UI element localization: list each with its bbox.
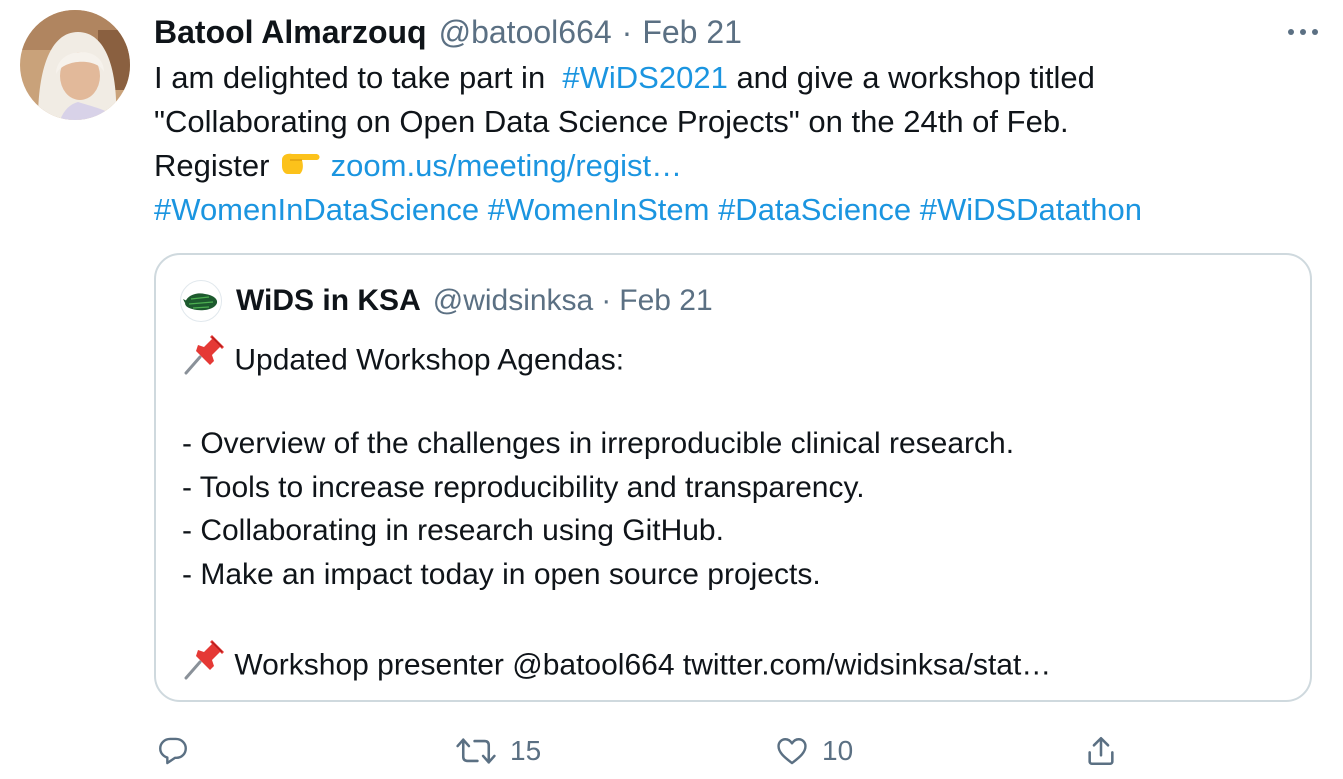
share-icon <box>1088 736 1114 766</box>
quoted-avatar <box>180 280 222 322</box>
tweet-date[interactable]: Feb 21 <box>642 14 742 51</box>
reply-button[interactable] <box>156 728 190 774</box>
share-button[interactable] <box>1084 728 1118 774</box>
presenter-text: Workshop presenter <box>234 647 513 681</box>
hashtag-link[interactable]: #WiDS2021 <box>562 60 727 95</box>
retweet-button[interactable]: 15 <box>454 728 541 774</box>
hashtag-link[interactable]: #WomenInStem <box>488 192 710 227</box>
heart-icon <box>777 738 807 765</box>
more-options-button[interactable] <box>1283 18 1323 46</box>
pushpin-icon <box>182 335 226 388</box>
tweet-text: I am delighted to take part in #WiDS2021… <box>154 56 1314 232</box>
author-display-name[interactable]: Batool Almarzouq <box>154 14 427 51</box>
agenda-item: - Make an impact today in open source pr… <box>182 557 821 591</box>
quoted-display-name: WiDS in KSA <box>236 284 421 317</box>
hashtag-link[interactable]: #WomenInDataScience <box>154 192 479 227</box>
presenter-mention: @batool664 <box>512 647 675 681</box>
agenda-item: - Collaborating in research using GitHub… <box>182 514 724 547</box>
hashtag-link[interactable]: #WiDSDatathon <box>920 192 1142 227</box>
avatar[interactable] <box>20 10 130 120</box>
tweet-text-line: "Collaborating on Open Data Science Proj… <box>154 104 1069 139</box>
header-separator: · <box>601 284 612 317</box>
tweet-text-segment: Register <box>154 148 279 183</box>
header-separator: · <box>621 13 633 50</box>
registration-link[interactable]: zoom.us/meeting/regist… <box>331 148 682 183</box>
quoted-tweet-card[interactable]: WiDS in KSA @widsinksa · Feb 21 Updated … <box>154 253 1312 702</box>
tweet-text-segment: I am delighted to take part in <box>154 60 563 95</box>
avatar-photo <box>20 10 130 120</box>
like-button[interactable]: 10 <box>774 728 853 774</box>
retweet-icon <box>456 738 496 764</box>
quoted-tweet-text: Updated Workshop Agendas: - Overview of … <box>182 335 1282 683</box>
pointing-hand-icon <box>278 146 322 190</box>
wids-logo-icon <box>183 293 218 311</box>
retweet-count: 15 <box>510 735 542 766</box>
quoted-date: Feb 21 <box>619 284 713 317</box>
author-handle[interactable]: @batool664 <box>439 14 612 51</box>
tweet-actions: 15 10 <box>154 728 1154 774</box>
agenda-item: - Tools to increase reproducibility and … <box>182 470 865 504</box>
tweet-header: Batool Almarzouq @batool664 · Feb 21 <box>154 10 742 54</box>
quoted-tweet-header: WiDS in KSA @widsinksa · Feb 21 <box>180 279 713 323</box>
agenda-item: - Overview of the challenges in irreprod… <box>182 427 1015 460</box>
more-icon <box>1288 29 1318 35</box>
hashtag-link[interactable]: #DataScience <box>718 192 911 227</box>
tweet-text-segment: and give a workshop titled <box>727 60 1095 95</box>
quoted-status-link: twitter.com/widsinksa/stat… <box>682 647 1052 681</box>
agenda-heading: Updated Workshop Agendas: <box>234 343 625 377</box>
quoted-handle: @widsinksa <box>432 284 594 317</box>
reply-icon <box>159 737 187 765</box>
like-count: 10 <box>822 735 854 766</box>
pushpin-icon <box>182 639 226 693</box>
